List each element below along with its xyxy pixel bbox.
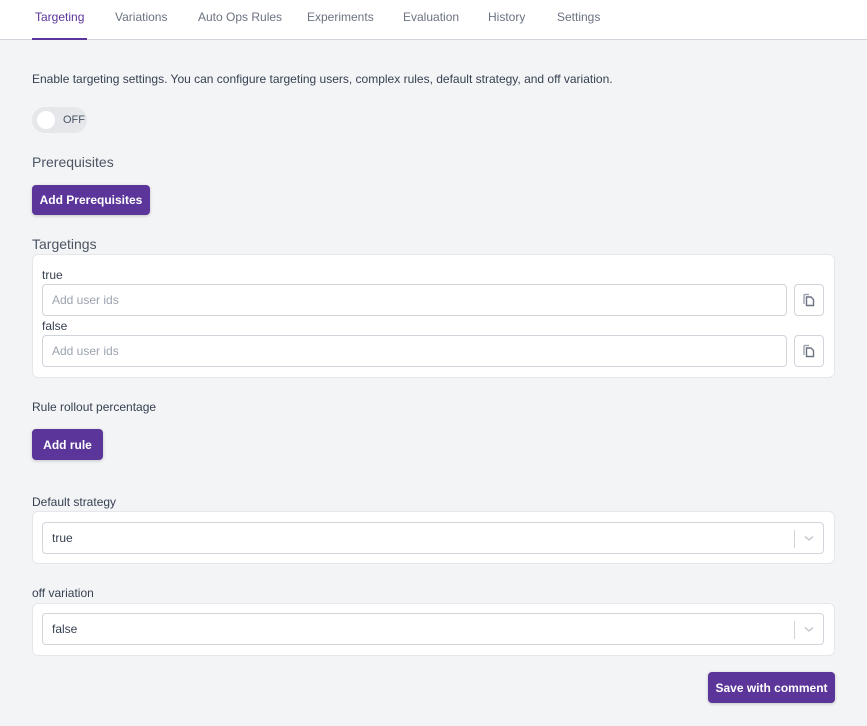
copy-icon bbox=[803, 293, 815, 307]
off-variation-value: false bbox=[52, 622, 78, 636]
toggle-label: OFF bbox=[63, 114, 85, 126]
tab-experiments[interactable]: Experiments bbox=[307, 0, 374, 40]
off-variation-label: off variation bbox=[32, 586, 94, 600]
tab-auto-ops-rules[interactable]: Auto Ops Rules bbox=[198, 0, 282, 40]
chevron-down-icon bbox=[804, 535, 814, 541]
copy-false-button[interactable] bbox=[794, 335, 824, 367]
add-rule-button[interactable]: Add rule bbox=[32, 429, 103, 460]
tab-targeting[interactable]: Targeting bbox=[32, 0, 88, 40]
tab-history[interactable]: History bbox=[488, 0, 525, 40]
tab-variations[interactable]: Variations bbox=[115, 0, 167, 40]
add-prerequisites-button[interactable]: Add Prerequisites bbox=[32, 185, 150, 215]
tab-settings[interactable]: Settings bbox=[557, 0, 600, 40]
default-strategy-value: true bbox=[52, 531, 73, 545]
targetings-title: Targetings bbox=[32, 236, 97, 252]
tab-evaluation[interactable]: Evaluation bbox=[403, 0, 459, 40]
rule-rollout-title: Rule rollout percentage bbox=[32, 400, 157, 414]
select-separator bbox=[794, 621, 795, 639]
copy-true-button[interactable] bbox=[794, 284, 824, 316]
targeting-false-label: false bbox=[42, 319, 68, 333]
tab-bar: Targeting Variations Auto Ops Rules Expe… bbox=[0, 0, 867, 40]
targeting-false-user-ids-input[interactable] bbox=[42, 335, 787, 367]
targeting-toggle[interactable]: OFF bbox=[32, 107, 87, 133]
off-variation-select[interactable]: false bbox=[42, 613, 824, 645]
copy-icon bbox=[803, 344, 815, 358]
targeting-true-label: true bbox=[42, 268, 63, 282]
default-strategy-select[interactable]: true bbox=[42, 522, 824, 554]
targeting-true-user-ids-input[interactable] bbox=[42, 284, 787, 316]
prerequisites-title: Prerequisites bbox=[32, 154, 114, 170]
select-separator bbox=[794, 530, 795, 548]
chevron-down-icon bbox=[804, 626, 814, 632]
save-with-comment-button[interactable]: Save with comment bbox=[708, 672, 835, 703]
toggle-knob bbox=[37, 111, 55, 129]
default-strategy-label: Default strategy bbox=[32, 495, 117, 509]
targeting-description: Enable targeting settings. You can confi… bbox=[32, 72, 613, 86]
